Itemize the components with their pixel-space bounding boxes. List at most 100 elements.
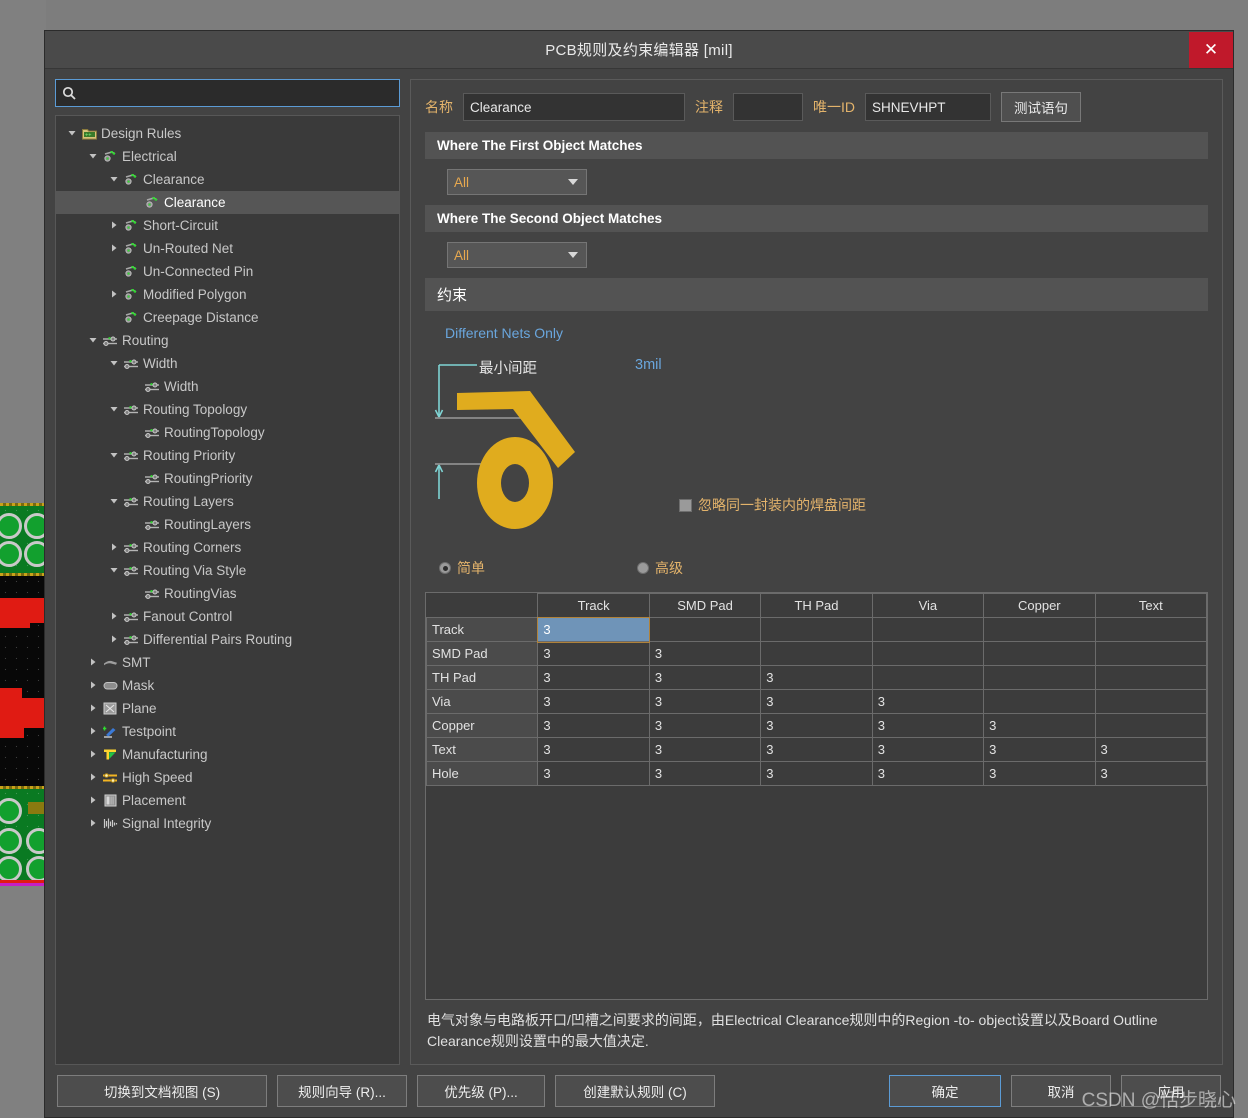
tree-item-fanout-control[interactable]: Fanout Control [56, 605, 399, 628]
twisty-collapsed-icon[interactable] [85, 727, 101, 737]
matrix-cell[interactable]: 3 [760, 761, 873, 786]
twisty-collapsed-icon[interactable] [106, 290, 122, 300]
search-box[interactable] [55, 79, 400, 107]
tree-item-un-routed-net[interactable]: Un-Routed Net [56, 237, 399, 260]
apply-button[interactable]: 应用 [1121, 1075, 1221, 1107]
clearance-matrix[interactable]: Track SMD Pad TH Pad Via Copper Text Track 3 SMD… [426, 593, 1207, 786]
different-nets-only-link[interactable]: Different Nets Only [425, 311, 1208, 347]
tree-item-clearance[interactable]: Clearance [56, 191, 399, 214]
matrix-cell[interactable]: 3 [648, 713, 762, 738]
matrix-cell[interactable]: 3 [983, 737, 1096, 762]
twisty-expanded-icon[interactable] [106, 359, 122, 369]
twisty-collapsed-icon[interactable] [106, 635, 122, 645]
tree-item-modified-polygon[interactable]: Modified Polygon [56, 283, 399, 306]
twisty-collapsed-icon[interactable] [85, 773, 101, 783]
ok-button[interactable]: 确定 [889, 1075, 1001, 1107]
matrix-cell[interactable]: 3 [760, 713, 873, 738]
matrix-cell[interactable]: 3 [760, 737, 873, 762]
matrix-cell[interactable]: 3 [537, 665, 650, 690]
twisty-expanded-icon[interactable] [106, 405, 122, 415]
twisty-expanded-icon[interactable] [106, 497, 122, 507]
twisty-expanded-icon[interactable] [85, 336, 101, 346]
twisty-collapsed-icon[interactable] [85, 658, 101, 668]
twisty-collapsed-icon[interactable] [106, 612, 122, 622]
matrix-cell[interactable]: 3 [871, 761, 985, 786]
tree-item-placement[interactable]: Placement [56, 789, 399, 812]
tree-item-routingtopology[interactable]: RoutingTopology [56, 421, 399, 444]
tree-item-routing-topology[interactable]: Routing Topology [56, 398, 399, 421]
matrix-cell[interactable]: 3 [648, 737, 762, 762]
matrix-cell[interactable]: 3 [537, 737, 650, 762]
matrix-cell[interactable]: 3 [648, 665, 762, 690]
tree-item-routinglayers[interactable]: RoutingLayers [56, 513, 399, 536]
cancel-button[interactable]: 取消 [1011, 1075, 1111, 1107]
tree-item-un-connected-pin[interactable]: Un-Connected Pin [56, 260, 399, 283]
unique-id-input[interactable] [865, 93, 991, 121]
matrix-cell[interactable]: 3 [760, 689, 873, 714]
tree-item-width[interactable]: Width [56, 375, 399, 398]
matrix-cell[interactable]: 3 [871, 689, 985, 714]
tree-item-differential-pairs-routing[interactable]: Differential Pairs Routing [56, 628, 399, 651]
clearance-matrix-container[interactable]: Track SMD Pad TH Pad Via Copper Text Track 3 SMD… [425, 592, 1208, 1000]
close-button[interactable]: ✕ [1189, 31, 1233, 68]
matrix-cell[interactable]: 3 [871, 713, 985, 738]
tree-item-clearance[interactable]: Clearance [56, 168, 399, 191]
first-object-scope-dropdown[interactable]: All [447, 169, 587, 195]
twisty-expanded-icon[interactable] [106, 175, 122, 185]
rule-comment-input[interactable] [733, 93, 803, 121]
ignore-pad-clearance-checkbox[interactable]: 忽略同一封装内的焊盘间距 [679, 495, 866, 515]
tree-item-creepage-distance[interactable]: Creepage Distance [56, 306, 399, 329]
twisty-collapsed-icon[interactable] [85, 819, 101, 829]
tree-item-manufacturing[interactable]: Manufacturing [56, 743, 399, 766]
mode-simple-radio[interactable]: 简单 [439, 558, 485, 578]
matrix-cell[interactable]: 3 [537, 689, 650, 714]
priority-button[interactable]: 优先级 (P)... [417, 1075, 545, 1107]
tree-item-plane[interactable]: Plane [56, 697, 399, 720]
twisty-collapsed-icon[interactable] [85, 796, 101, 806]
min-clearance-value[interactable]: 3mil [635, 357, 662, 373]
matrix-cell[interactable]: 3 [983, 713, 1096, 738]
tree-item-routingpriority[interactable]: RoutingPriority [56, 467, 399, 490]
rule-wizard-button[interactable]: 规则向导 (R)... [277, 1075, 407, 1107]
tree-item-routingvias[interactable]: RoutingVias [56, 582, 399, 605]
tree-item-routing-corners[interactable]: Routing Corners [56, 536, 399, 559]
tree-item-routing-via-style[interactable]: Routing Via Style [56, 559, 399, 582]
matrix-cell[interactable]: 3 [760, 665, 873, 690]
tree-item-width[interactable]: Width [56, 352, 399, 375]
twisty-expanded-icon[interactable] [106, 451, 122, 461]
matrix-cell[interactable]: 3 [537, 761, 650, 786]
tree-item-testpoint[interactable]: Testpoint [56, 720, 399, 743]
twisty-expanded-icon[interactable] [64, 129, 80, 139]
test-query-button[interactable]: 测试语句 [1001, 92, 1081, 122]
tree-item-design-rules[interactable]: ++ Design Rules [56, 122, 399, 145]
tree-item-mask[interactable]: Mask [56, 674, 399, 697]
rule-name-input[interactable] [463, 93, 685, 121]
matrix-cell[interactable]: 3 [648, 689, 762, 714]
create-default-rules-button[interactable]: 创建默认规则 (C) [555, 1075, 715, 1107]
twisty-collapsed-icon[interactable] [106, 543, 122, 553]
matrix-cell[interactable]: 3 [537, 641, 650, 666]
tree-item-routing-layers[interactable]: Routing Layers [56, 490, 399, 513]
tree-item-smt[interactable]: SMT [56, 651, 399, 674]
tree-item-high-speed[interactable]: High Speed [56, 766, 399, 789]
matrix-cell[interactable]: 3 [1094, 761, 1207, 786]
matrix-cell[interactable]: 3 [537, 713, 650, 738]
tree-item-short-circuit[interactable]: Short-Circuit [56, 214, 399, 237]
twisty-expanded-icon[interactable] [85, 152, 101, 162]
matrix-cell[interactable]: 3 [871, 737, 985, 762]
matrix-cell[interactable]: 3 [648, 761, 762, 786]
twisty-expanded-icon[interactable] [106, 566, 122, 576]
twisty-collapsed-icon[interactable] [106, 244, 122, 254]
second-object-scope-dropdown[interactable]: All [447, 242, 587, 268]
twisty-collapsed-icon[interactable] [85, 750, 101, 760]
twisty-collapsed-icon[interactable] [106, 221, 122, 231]
mode-advanced-radio[interactable]: 高级 [637, 558, 683, 578]
twisty-collapsed-icon[interactable] [85, 681, 101, 691]
switch-to-document-view-button[interactable]: 切换到文档视图 (S) [57, 1075, 267, 1107]
tree-item-electrical[interactable]: Electrical [56, 145, 399, 168]
matrix-cell[interactable]: 3 [648, 641, 762, 666]
tree-item-routing[interactable]: Routing [56, 329, 399, 352]
tree-item-signal-integrity[interactable]: Signal Integrity [56, 812, 399, 835]
tree-item-routing-priority[interactable]: Routing Priority [56, 444, 399, 467]
twisty-collapsed-icon[interactable] [85, 704, 101, 714]
